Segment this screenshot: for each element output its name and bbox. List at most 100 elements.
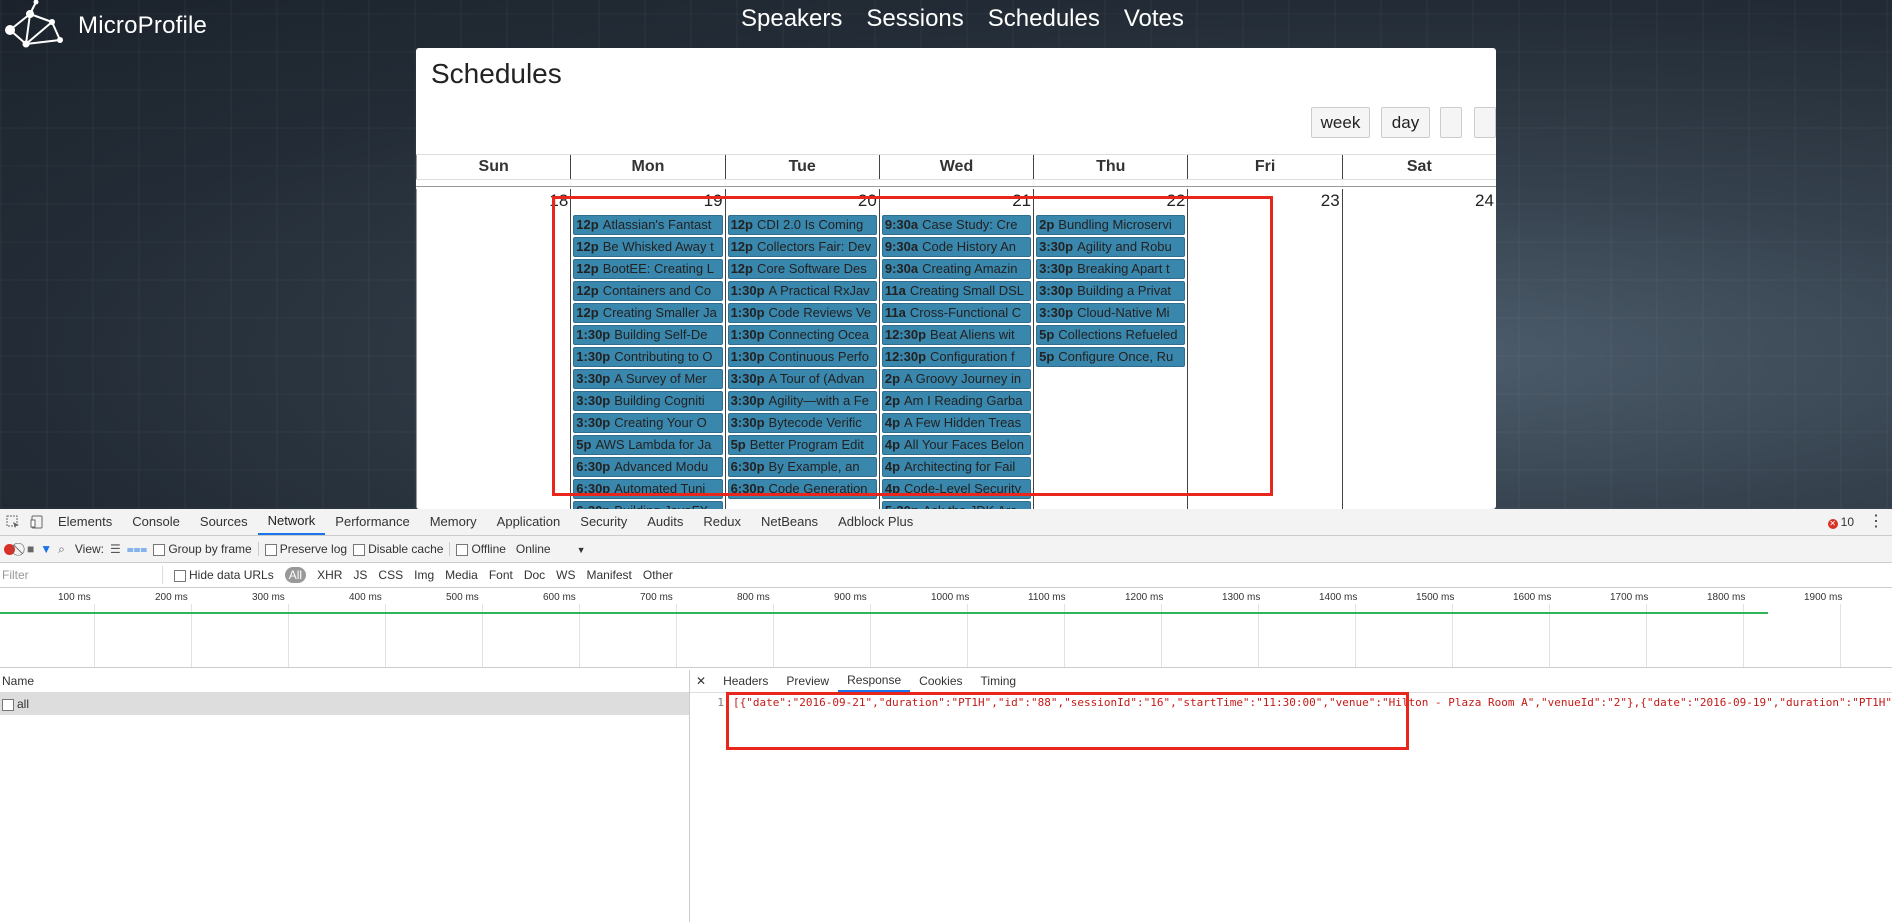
overview-icon[interactable]: ⩶ (127, 542, 148, 557)
calendar-event[interactable]: 11a Creating Small DSL (881, 281, 1032, 301)
tab-elements[interactable]: Elements (48, 509, 122, 535)
prev-button[interactable] (1440, 107, 1462, 138)
preserve-log-checkbox[interactable]: Preserve log (264, 542, 347, 556)
filter-type-ws[interactable]: WS (556, 568, 575, 582)
calendar-event[interactable]: 3:30p Building Cogniti (573, 391, 723, 411)
calendar-event[interactable]: 11a Cross-Functional C (881, 303, 1032, 323)
hide-data-urls-checkbox[interactable]: Hide data URLs (174, 568, 274, 582)
filter-icon[interactable]: ▼ (40, 542, 52, 556)
filter-type-manifest[interactable]: Manifest (587, 568, 632, 582)
tab-console[interactable]: Console (122, 509, 190, 535)
camera-icon[interactable]: ■ (27, 542, 34, 556)
record-icon[interactable] (4, 543, 15, 555)
nav-votes[interactable]: Votes (1124, 5, 1184, 33)
tab-timing[interactable]: Timing (972, 674, 1026, 688)
calendar-event[interactable]: 6:30p Automated Tuni (573, 479, 723, 499)
calendar-event[interactable]: 3:30p Cloud-Native Mi (1036, 303, 1186, 323)
tab-application[interactable]: Application (487, 509, 571, 535)
tab-adblock-plus[interactable]: Adblock Plus (828, 509, 923, 535)
calendar-event[interactable]: 4p All Your Faces Belon (881, 435, 1032, 455)
day-cell-sat[interactable]: 24 (1341, 189, 1496, 509)
calendar-event[interactable]: 12:30p Configuration f (881, 347, 1032, 367)
calendar-event[interactable]: 1:30p Contributing to O (573, 347, 723, 367)
offline-checkbox[interactable]: Offline (456, 542, 506, 556)
device-toolbar-icon[interactable] (30, 515, 44, 529)
inspect-element-icon[interactable] (6, 515, 20, 529)
calendar-event[interactable]: 9:30a Case Study: Cre (881, 215, 1032, 235)
tab-security[interactable]: Security (570, 509, 637, 535)
calendar-event[interactable]: 4p A Few Hidden Treas (881, 413, 1032, 433)
calendar-event[interactable]: 3:30p Agility and Robu (1036, 237, 1186, 257)
nav-sessions[interactable]: Sessions (866, 5, 963, 33)
network-timeline-overview[interactable]: 100 ms 200 ms 300 ms 400 ms 500 ms 600 ms 700 … (0, 588, 1892, 668)
calendar-event[interactable]: 12p Core Software Des (727, 259, 877, 279)
calendar-event[interactable]: 3:30p Building a Privat (1036, 281, 1186, 301)
day-cell-tue[interactable]: 20 12p CDI 2.0 Is Coming 12p Collectors Fair… (724, 189, 879, 509)
more-options-icon[interactable]: ⋮ (1868, 509, 1884, 535)
calendar-event[interactable]: 2p Bundling Microservi (1036, 215, 1186, 235)
filter-type-xhr[interactable]: XHR (317, 568, 342, 582)
day-cell-fri[interactable]: 23 (1187, 189, 1341, 509)
filter-type-all[interactable]: All (284, 567, 307, 583)
tab-response[interactable]: Response (838, 670, 911, 692)
search-icon[interactable]: ⌕ (58, 542, 65, 557)
tab-network[interactable]: Network (257, 509, 326, 535)
brand-logo[interactable]: MicroProfile (0, 0, 207, 52)
calendar-event[interactable]: 6:30pBuilding JavaFX (573, 501, 723, 509)
tab-performance[interactable]: Performance (325, 509, 419, 535)
calendar-event[interactable]: 3:30p Creating Your O (573, 413, 723, 433)
filter-type-media[interactable]: Media (445, 568, 478, 582)
filter-type-doc[interactable]: Doc (524, 568, 545, 582)
calendar-event[interactable]: 5p Configure Once, Ru (1036, 347, 1186, 367)
calendar-event[interactable]: 5p Collections Refueled (1036, 325, 1186, 345)
calendar-event[interactable]: 2p A Groovy Journey in (881, 369, 1032, 389)
error-counter[interactable]: ✕ 10 (1827, 509, 1854, 535)
tab-sources[interactable]: Sources (190, 509, 258, 535)
calendar-event[interactable]: 5p Better Program Edit (727, 435, 877, 455)
week-view-button[interactable]: week (1311, 107, 1370, 138)
tab-redux[interactable]: Redux (693, 509, 751, 535)
response-body[interactable]: 1 [{"date":"2016-09-21","duration":"PT1H"… (690, 696, 1892, 709)
calendar-event[interactable]: 3:30p A Survey of Mer (573, 369, 723, 389)
filter-type-font[interactable]: Font (489, 568, 513, 582)
calendar-event[interactable]: 4p Code-Level Security (881, 479, 1032, 499)
calendar-event[interactable]: 12p Be Whisked Away t (573, 237, 723, 257)
filter-type-css[interactable]: CSS (378, 568, 403, 582)
throttle-select[interactable]: Online ▼ (516, 542, 586, 556)
day-cell-sun[interactable]: 18 (416, 189, 570, 509)
calendar-event[interactable]: 6:30p Code Generation (727, 479, 877, 499)
nav-schedules[interactable]: Schedules (988, 5, 1100, 33)
calendar-event[interactable]: 12p Creating Smaller Ja (573, 303, 723, 323)
group-by-frame-checkbox[interactable]: Group by frame (153, 542, 252, 556)
tab-preview[interactable]: Preview (777, 674, 838, 688)
calendar-event[interactable]: 9:30a Code History An (881, 237, 1032, 257)
calendar-event[interactable]: 2p Am I Reading Garba (881, 391, 1032, 411)
calendar-event[interactable]: 6:30p By Example, an (727, 457, 877, 477)
calendar-event[interactable]: 3:30p Breaking Apart t (1036, 259, 1186, 279)
tab-cookies[interactable]: Cookies (910, 674, 971, 688)
day-cell-thu[interactable]: 22 2p Bundling Microservi 3:30p Agility and … (1033, 189, 1187, 509)
filter-type-img[interactable]: Img (414, 568, 434, 582)
filter-input[interactable]: Filter (0, 566, 163, 584)
tab-netbeans[interactable]: NetBeans (751, 509, 828, 535)
calendar-event[interactable]: 5p AWS Lambda for Ja (573, 435, 723, 455)
calendar-event[interactable]: 6:30p Advanced Modu (573, 457, 723, 477)
calendar-event[interactable]: 9:30a Creating Amazin (881, 259, 1032, 279)
request-row[interactable]: all (0, 693, 689, 715)
disable-cache-checkbox[interactable]: Disable cache (353, 542, 443, 556)
calendar-event[interactable]: 1:30p Continuous Perfo (727, 347, 877, 367)
calendar-event[interactable]: 12p Collectors Fair: Dev (727, 237, 877, 257)
calendar-event[interactable]: 12p CDI 2.0 Is Coming (727, 215, 877, 235)
calendar-event[interactable]: 12:30p Beat Aliens wit (881, 325, 1032, 345)
calendar-event[interactable]: 3:30p Bytecode Verific (727, 413, 877, 433)
day-cell-mon[interactable]: 19 12p Atlassian's Fantast 12p Be Whisked Aw… (570, 189, 724, 509)
calendar-event[interactable]: 12p BootEE: Creating L (573, 259, 723, 279)
calendar-event[interactable]: 1:30p Building Self-De (573, 325, 723, 345)
filter-type-js[interactable]: JS (353, 568, 367, 582)
next-button[interactable] (1474, 107, 1496, 138)
calendar-event[interactable]: 3:30p Agility—with a Fe (727, 391, 877, 411)
calendar-event[interactable]: 12p Containers and Co (573, 281, 723, 301)
calendar-event[interactable]: 5:30pAsk the JDK Arc (881, 501, 1032, 509)
name-column-header[interactable]: Name (0, 670, 689, 693)
tab-audits[interactable]: Audits (637, 509, 693, 535)
